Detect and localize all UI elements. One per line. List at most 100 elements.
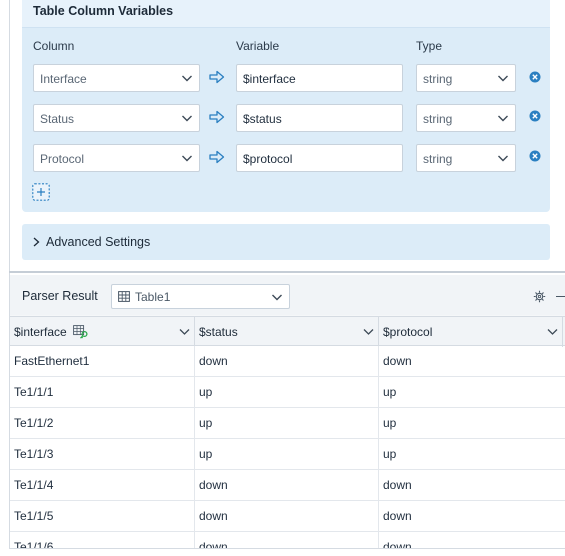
variable-input[interactable]: $status: [236, 104, 403, 132]
parser-result-label: Parser Result: [22, 289, 98, 303]
table-cell: Te1/1/1: [10, 377, 195, 408]
cell-text: down: [199, 354, 228, 368]
column-header-protocol[interactable]: $protocol: [379, 317, 563, 347]
cell-text: Te1/1/5: [14, 509, 54, 523]
map-arrow-icon: [209, 70, 225, 84]
column-select-value: Status: [40, 112, 75, 126]
cell-text: down: [199, 540, 228, 548]
table-cell: up: [379, 439, 565, 470]
chevron-down-icon: [272, 294, 282, 301]
table-cell: down: [195, 470, 379, 501]
table-cell: up: [195, 377, 379, 408]
settings-gear-icon[interactable]: [533, 290, 546, 303]
cell-text: down: [199, 509, 228, 523]
table-cell: up: [379, 377, 565, 408]
cell-text: Te1/1/6: [14, 540, 54, 548]
map-arrow-icon: [209, 110, 225, 124]
cell-text: FastEthernet1: [14, 354, 90, 368]
variable-input-value: $status: [243, 112, 282, 126]
cell-text: up: [199, 447, 213, 461]
column-select[interactable]: Protocol: [33, 144, 200, 172]
table-cell: down: [195, 346, 379, 377]
map-arrow-icon: [209, 150, 225, 164]
panel-header: Table Column Variables: [22, 0, 550, 28]
key-column-icon: [73, 325, 88, 339]
table-icon: [118, 291, 130, 302]
column-select[interactable]: Interface: [33, 64, 200, 92]
type-select-value: string: [423, 112, 453, 126]
table-row[interactable]: Te1/1/2 up up: [10, 408, 565, 439]
minimize-icon[interactable]: [556, 296, 565, 297]
table-cell: up: [195, 439, 379, 470]
pane-divider[interactable]: [9, 271, 565, 273]
table-cell: Te1/1/6: [10, 532, 195, 548]
table-row[interactable]: Te1/1/5 down down: [10, 501, 565, 532]
table-select[interactable]: Table1: [111, 284, 290, 309]
type-select[interactable]: string: [416, 64, 516, 92]
type-select-value: string: [423, 152, 453, 166]
table-cell: down: [379, 346, 565, 377]
remove-row-icon[interactable]: [529, 150, 541, 162]
variable-input[interactable]: $interface: [236, 64, 403, 92]
table-header: $interface $status $protocol: [10, 316, 565, 347]
table-cell: down: [195, 532, 379, 548]
table-row[interactable]: Te1/1/6 down down: [10, 532, 565, 548]
type-select[interactable]: string: [416, 144, 516, 172]
cell-text: up: [383, 416, 397, 430]
type-header: Type: [416, 39, 443, 53]
variable-header: Variable: [236, 39, 280, 53]
chevron-down-icon: [179, 329, 190, 335]
table-cell: down: [379, 532, 565, 548]
variable-input[interactable]: $protocol: [236, 144, 403, 172]
panel-title: Table Column Variables: [33, 4, 174, 18]
chevron-down-icon: [182, 75, 192, 82]
variable-input-value: $protocol: [243, 152, 293, 166]
table-cell: Te1/1/2: [10, 408, 195, 439]
table-cell: up: [195, 408, 379, 439]
cell-text: down: [383, 540, 412, 548]
table-cell: down: [379, 470, 565, 501]
advanced-settings-label: Advanced Settings: [46, 235, 151, 249]
chevron-down-icon: [547, 329, 558, 335]
cell-text: up: [383, 447, 397, 461]
table-cell: down: [195, 501, 379, 532]
cell-text: up: [199, 385, 213, 399]
cell-text: up: [383, 385, 397, 399]
variable-input-value: $interface: [243, 72, 296, 86]
cell-text: Te1/1/4: [14, 478, 54, 492]
column-select-value: Protocol: [40, 152, 85, 166]
add-row-icon[interactable]: [32, 183, 50, 201]
remove-row-icon[interactable]: [529, 110, 541, 122]
cell-text: down: [383, 354, 412, 368]
chevron-down-icon: [182, 155, 192, 162]
table-row[interactable]: Te1/1/4 down down: [10, 470, 565, 501]
table-row[interactable]: Te1/1/3 up up: [10, 439, 565, 470]
type-select[interactable]: string: [416, 104, 516, 132]
table-select-value: Table1: [135, 290, 171, 304]
column-header-interface[interactable]: $interface: [10, 317, 195, 347]
chevron-down-icon: [498, 155, 508, 162]
cell-text: down: [383, 509, 412, 523]
cell-text: Te1/1/2: [14, 416, 54, 430]
chevron-right-icon: [33, 237, 40, 247]
result-table: $interface $status $protocol FastEtherne…: [10, 316, 565, 548]
chevron-down-icon: [498, 75, 508, 82]
table-cell: down: [379, 501, 565, 532]
column-header-label: $status: [199, 325, 238, 339]
table-row[interactable]: Te1/1/1 up up: [10, 377, 565, 408]
column-header-label: $interface: [14, 325, 67, 339]
cell-text: Te1/1/1: [14, 385, 54, 399]
column-select-value: Interface: [40, 72, 87, 86]
advanced-settings-toggle[interactable]: Advanced Settings: [22, 224, 550, 260]
cell-text: down: [383, 478, 412, 492]
table-row[interactable]: FastEthernet1 down down: [10, 346, 565, 377]
column-select[interactable]: Status: [33, 104, 200, 132]
chevron-down-icon: [498, 115, 508, 122]
cell-text: down: [199, 478, 228, 492]
cell-text: Te1/1/3: [14, 447, 54, 461]
column-header-status[interactable]: $status: [195, 317, 379, 347]
remove-row-icon[interactable]: [529, 71, 541, 83]
table-cell: up: [379, 408, 565, 439]
column-header: Column: [33, 39, 75, 53]
chevron-down-icon: [182, 115, 192, 122]
